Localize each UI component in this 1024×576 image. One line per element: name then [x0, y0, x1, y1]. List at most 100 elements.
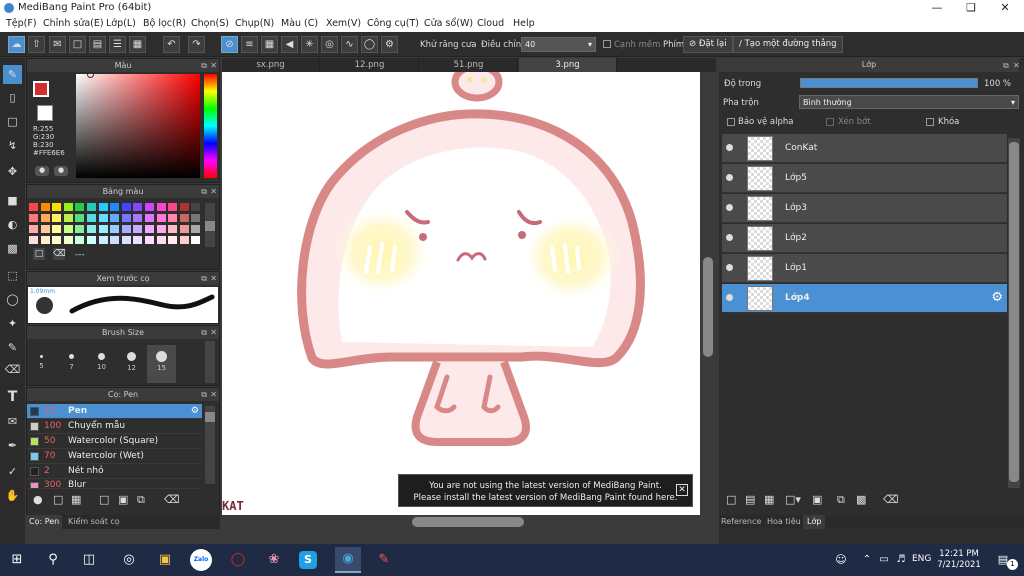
brush-size-scrollbar[interactable] [205, 341, 215, 383]
palette-swatch[interactable] [133, 214, 143, 222]
brush-tool-icon[interactable]: ✎ [3, 65, 22, 84]
palette-swatch[interactable] [191, 236, 201, 244]
brush-item[interactable]: 2 Nét nhỏ [27, 464, 202, 479]
palette-swatch[interactable] [52, 236, 62, 244]
palette-swatch[interactable] [179, 225, 189, 233]
list-icon[interactable]: ☰ [109, 36, 126, 53]
opacity-slider[interactable] [800, 78, 978, 88]
dot-tool-icon[interactable]: ↯ [3, 136, 22, 155]
color-mode-icon[interactable]: ● [35, 166, 49, 176]
file-explorer-icon[interactable]: ▣ [154, 550, 176, 570]
minimize-icon[interactable]: — [920, 0, 954, 16]
duplicate-icon[interactable]: ⧉ [137, 493, 145, 507]
undo-icon[interactable]: ↶ [163, 36, 180, 53]
color-cursor[interactable] [87, 71, 94, 78]
new-brush-icon[interactable]: □ [53, 493, 63, 506]
tab-navigator[interactable]: Hoa tiêu [767, 515, 801, 529]
vanish-snap-icon[interactable]: ◀ [281, 36, 298, 53]
layer-row[interactable]: ConKat [722, 134, 1007, 163]
palette-swatch[interactable] [156, 203, 166, 211]
folder-icon[interactable]: ▣ [118, 493, 128, 506]
popout-icon[interactable]: ⧉ [201, 274, 207, 284]
delete-palette-icon[interactable]: ⌫ [53, 248, 66, 260]
palette-swatch[interactable] [29, 214, 38, 222]
palette-swatch[interactable] [75, 225, 85, 233]
tab-3[interactable]: 3.png [519, 58, 617, 72]
medibang-taskbar-icon[interactable]: ◉ [335, 547, 361, 573]
palette-swatch[interactable] [168, 203, 178, 211]
cloud-icon[interactable]: ☁ [8, 36, 25, 53]
eraser-tool-icon[interactable]: ▯ [3, 88, 22, 107]
tab-12[interactable]: 12.png [321, 58, 419, 72]
duplicate-icon[interactable]: ⧉ [837, 493, 845, 507]
menu-file[interactable]: Tệp(F) [6, 18, 37, 29]
layer-row[interactable]: Lớp2 [722, 224, 1007, 253]
palette-swatch[interactable] [179, 203, 189, 211]
tab-reference[interactable]: Reference [721, 515, 761, 529]
grid-icon[interactable]: ▦ [129, 36, 146, 53]
hue-slider[interactable] [204, 74, 217, 178]
palette-swatch[interactable] [145, 236, 154, 244]
edit-brush-icon[interactable]: □ [99, 493, 109, 506]
search-icon[interactable]: ⚲ [42, 550, 64, 570]
reset-button[interactable]: ⊘ Đặt lại [683, 36, 733, 53]
palette-swatch[interactable] [191, 225, 201, 233]
brush-size-option[interactable]: 7 [57, 345, 86, 383]
palette-swatch[interactable] [40, 214, 50, 222]
horizontal-scrollbar[interactable] [222, 515, 700, 529]
fill-shape-icon[interactable]: ■ [3, 191, 22, 210]
close-icon[interactable]: ✕ [210, 390, 217, 399]
curve-snap-icon[interactable]: ∿ [341, 36, 358, 53]
paint-icon[interactable]: ❀ [263, 550, 285, 570]
radial-snap-icon[interactable]: ✳ [301, 36, 318, 53]
palette-swatch[interactable] [191, 203, 201, 211]
layer-row[interactable]: Lớp3 [722, 194, 1007, 223]
palette-swatch[interactable] [75, 214, 85, 222]
tab-51[interactable]: 51.png [420, 58, 518, 72]
tab-brush[interactable]: Cọ: Pen [26, 515, 63, 529]
menu-select[interactable]: Chọn(S) [191, 18, 229, 29]
palette-swatch[interactable] [40, 225, 50, 233]
palette-swatch[interactable] [110, 236, 120, 244]
palette-swatch[interactable] [133, 203, 143, 211]
palette-swatch[interactable] [98, 225, 108, 233]
new-layer-icon[interactable]: □ [726, 493, 736, 506]
visibility-icon[interactable] [726, 264, 733, 271]
palette-swatch[interactable] [87, 225, 96, 233]
visibility-icon[interactable] [726, 294, 733, 301]
palette-swatch[interactable] [87, 214, 96, 222]
popout-icon[interactable]: ⧉ [201, 187, 207, 197]
brush-size-option[interactable]: 5 [27, 345, 56, 383]
visibility-icon[interactable] [726, 174, 733, 181]
new-halftone-layer-icon[interactable]: ▤ [745, 493, 755, 506]
popout-icon[interactable]: ⧉ [201, 328, 207, 338]
palette-swatch[interactable] [121, 236, 131, 244]
palette-swatch[interactable] [52, 225, 62, 233]
palette-swatch[interactable] [63, 236, 73, 244]
select-tool-icon[interactable]: ⬚ [3, 266, 22, 285]
brush-size-option[interactable]: 12 [117, 345, 146, 383]
palette-swatch[interactable] [98, 203, 108, 211]
palette-swatch[interactable] [110, 214, 120, 222]
zalo-icon[interactable]: Zalo [190, 549, 212, 571]
close-icon[interactable]: ✕ [210, 61, 217, 70]
close-icon[interactable]: ✕ [210, 274, 217, 283]
background-color-swatch[interactable] [37, 105, 53, 121]
palette-swatch[interactable] [75, 203, 85, 211]
edge-icon[interactable]: ◎ [118, 550, 140, 570]
visibility-icon[interactable] [726, 204, 733, 211]
lasso-tool-icon[interactable]: ◯ [3, 290, 22, 309]
redo-icon[interactable]: ↷ [188, 36, 205, 53]
parallel-snap-icon[interactable]: ≡ [241, 36, 258, 53]
blend-select[interactable]: Bình thường ▾ [799, 95, 1019, 109]
brush-size-option[interactable]: 10 [87, 345, 116, 383]
tab-layer[interactable]: Lớp [803, 515, 826, 529]
palette-swatch[interactable] [98, 236, 108, 244]
palette-swatch[interactable] [168, 214, 178, 222]
palette-swatch[interactable] [98, 214, 108, 222]
tab-sx[interactable]: sx.png [222, 58, 320, 72]
palette-swatch[interactable] [52, 203, 62, 211]
palette-swatch[interactable] [29, 203, 38, 211]
layer-row[interactable]: Lớp5 [722, 164, 1007, 193]
popout-icon[interactable]: ⧉ [201, 390, 207, 400]
